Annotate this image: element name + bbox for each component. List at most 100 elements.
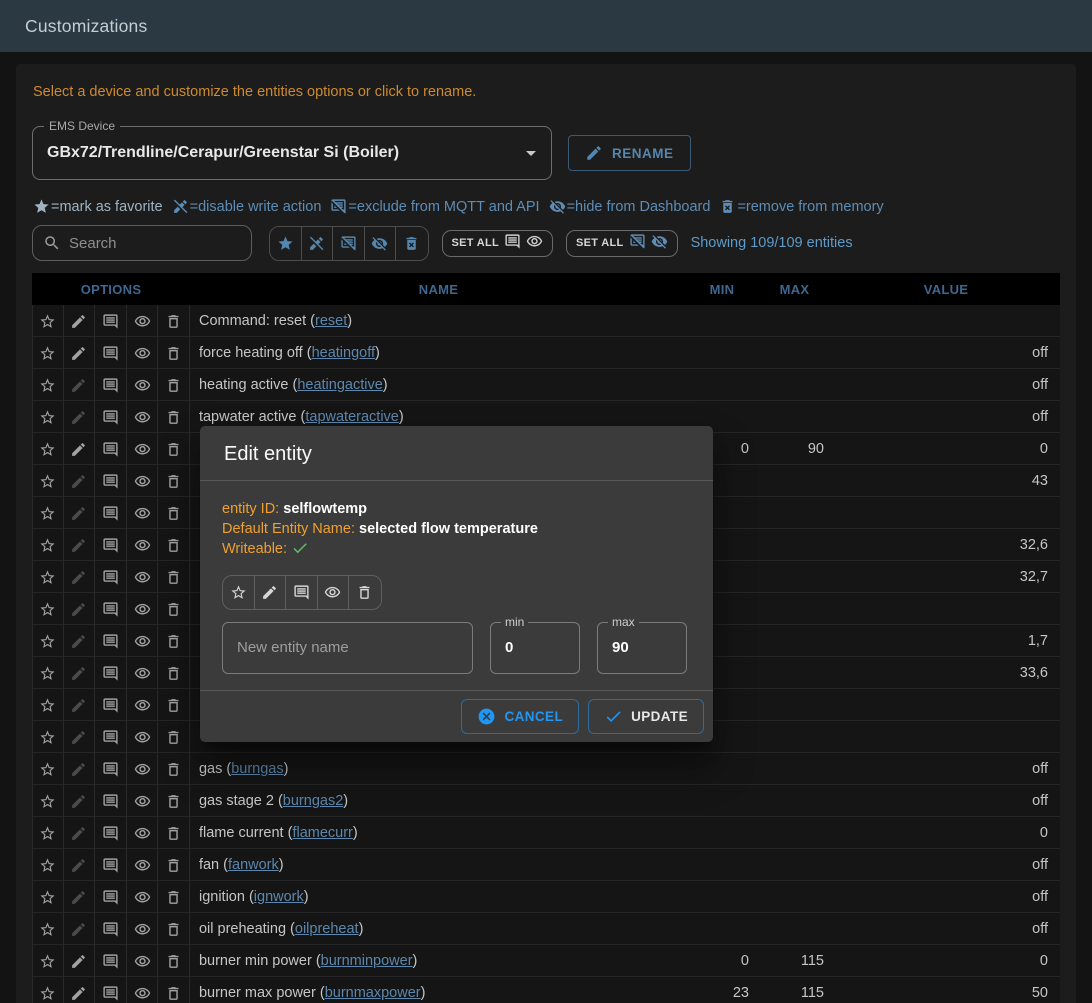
row-edit-button[interactable] — [64, 401, 96, 433]
row-star-button[interactable] — [32, 881, 64, 913]
row-star-button[interactable] — [32, 369, 64, 401]
row-edit-button[interactable] — [64, 305, 96, 337]
row-star-button[interactable] — [32, 305, 64, 337]
row-edit-button[interactable] — [64, 657, 96, 689]
row-edit-button[interactable] — [64, 785, 96, 817]
row-delete-button[interactable] — [158, 881, 190, 913]
entity-shortname-link[interactable]: flamecurr — [292, 825, 352, 841]
row-delete-button[interactable] — [158, 945, 190, 977]
row-star-button[interactable] — [32, 497, 64, 529]
row-delete-button[interactable] — [158, 657, 190, 689]
row-delete-button[interactable] — [158, 977, 190, 1003]
row-visibility-button[interactable] — [127, 529, 159, 561]
row-star-button[interactable] — [32, 433, 64, 465]
row-comment-button[interactable] — [95, 497, 127, 529]
row-delete-button[interactable] — [158, 433, 190, 465]
row-edit-button[interactable] — [64, 881, 96, 913]
row-star-button[interactable] — [32, 977, 64, 1003]
row-star-button[interactable] — [32, 529, 64, 561]
row-star-button[interactable] — [32, 721, 64, 753]
ems-device-select[interactable]: EMS Device GBx72/Trendline/Cerapur/Green… — [32, 126, 552, 180]
entity-shortname-link[interactable]: tapwateractive — [305, 409, 399, 425]
row-visibility-button[interactable] — [127, 497, 159, 529]
max-input[interactable] — [598, 623, 686, 673]
row-star-button[interactable] — [32, 785, 64, 817]
row-comment-button[interactable] — [95, 529, 127, 561]
row-delete-button[interactable] — [158, 817, 190, 849]
row-visibility-button[interactable] — [127, 913, 159, 945]
entity-shortname-link[interactable]: burngas2 — [283, 793, 343, 809]
row-comment-button[interactable] — [95, 753, 127, 785]
row-comment-button[interactable] — [95, 657, 127, 689]
dialog-visibility-toggle[interactable] — [318, 576, 350, 609]
row-star-button[interactable] — [32, 593, 64, 625]
entity-shortname-link[interactable]: ignwork — [254, 889, 304, 905]
row-delete-button[interactable] — [158, 401, 190, 433]
row-edit-button[interactable] — [64, 465, 96, 497]
row-comment-button[interactable] — [95, 401, 127, 433]
row-star-button[interactable] — [32, 561, 64, 593]
row-delete-button[interactable] — [158, 721, 190, 753]
dialog-delete-toggle[interactable] — [349, 576, 381, 609]
row-edit-button[interactable] — [64, 945, 96, 977]
row-visibility-button[interactable] — [127, 369, 159, 401]
row-star-button[interactable] — [32, 945, 64, 977]
row-comment-button[interactable] — [95, 561, 127, 593]
row-edit-button[interactable] — [64, 849, 96, 881]
dialog-comment-toggle[interactable] — [286, 576, 318, 609]
row-comment-button[interactable] — [95, 977, 127, 1003]
entity-shortname-link[interactable]: burnminpower — [321, 953, 413, 969]
row-delete-button[interactable] — [158, 561, 190, 593]
cancel-button[interactable]: CANCEL — [461, 699, 579, 734]
row-comment-button[interactable] — [95, 465, 127, 497]
row-delete-button[interactable] — [158, 465, 190, 497]
row-comment-button[interactable] — [95, 433, 127, 465]
row-visibility-button[interactable] — [127, 689, 159, 721]
row-comment-button[interactable] — [95, 945, 127, 977]
entity-shortname-link[interactable]: heatingoff — [312, 345, 375, 361]
row-visibility-button[interactable] — [127, 305, 159, 337]
filter-delete-forever-button[interactable] — [396, 227, 428, 260]
row-edit-button[interactable] — [64, 529, 96, 561]
row-edit-button[interactable] — [64, 689, 96, 721]
row-visibility-button[interactable] — [127, 401, 159, 433]
row-edit-button[interactable] — [64, 913, 96, 945]
row-edit-button[interactable] — [64, 497, 96, 529]
row-visibility-button[interactable] — [127, 817, 159, 849]
row-visibility-button[interactable] — [127, 881, 159, 913]
row-visibility-button[interactable] — [127, 849, 159, 881]
entity-shortname-link[interactable]: burngas — [231, 761, 283, 777]
row-delete-button[interactable] — [158, 529, 190, 561]
row-star-button[interactable] — [32, 913, 64, 945]
row-visibility-button[interactable] — [127, 337, 159, 369]
row-delete-button[interactable] — [158, 497, 190, 529]
row-delete-button[interactable] — [158, 305, 190, 337]
entity-shortname-link[interactable]: fanwork — [228, 857, 279, 873]
row-visibility-button[interactable] — [127, 977, 159, 1003]
row-visibility-button[interactable] — [127, 625, 159, 657]
row-delete-button[interactable] — [158, 369, 190, 401]
row-edit-button[interactable] — [64, 369, 96, 401]
filter-visibility-off-button[interactable] — [365, 227, 397, 260]
filter-edit-off-button[interactable] — [302, 227, 334, 260]
row-visibility-button[interactable] — [127, 721, 159, 753]
row-comment-button[interactable] — [95, 785, 127, 817]
set-all-hide-button[interactable]: SET ALL — [566, 230, 678, 257]
row-visibility-button[interactable] — [127, 593, 159, 625]
row-delete-button[interactable] — [158, 337, 190, 369]
set-all-show-button[interactable]: SET ALL — [442, 230, 554, 257]
filter-comment-off-button[interactable] — [333, 227, 365, 260]
row-edit-button[interactable] — [64, 337, 96, 369]
row-star-button[interactable] — [32, 753, 64, 785]
row-star-button[interactable] — [32, 401, 64, 433]
filter-star-filled-button[interactable] — [270, 227, 302, 260]
row-visibility-button[interactable] — [127, 561, 159, 593]
row-edit-button[interactable] — [64, 593, 96, 625]
row-comment-button[interactable] — [95, 305, 127, 337]
rename-button[interactable]: RENAME — [568, 135, 691, 171]
row-visibility-button[interactable] — [127, 945, 159, 977]
row-visibility-button[interactable] — [127, 465, 159, 497]
row-edit-button[interactable] — [64, 977, 96, 1003]
row-star-button[interactable] — [32, 465, 64, 497]
row-comment-button[interactable] — [95, 881, 127, 913]
